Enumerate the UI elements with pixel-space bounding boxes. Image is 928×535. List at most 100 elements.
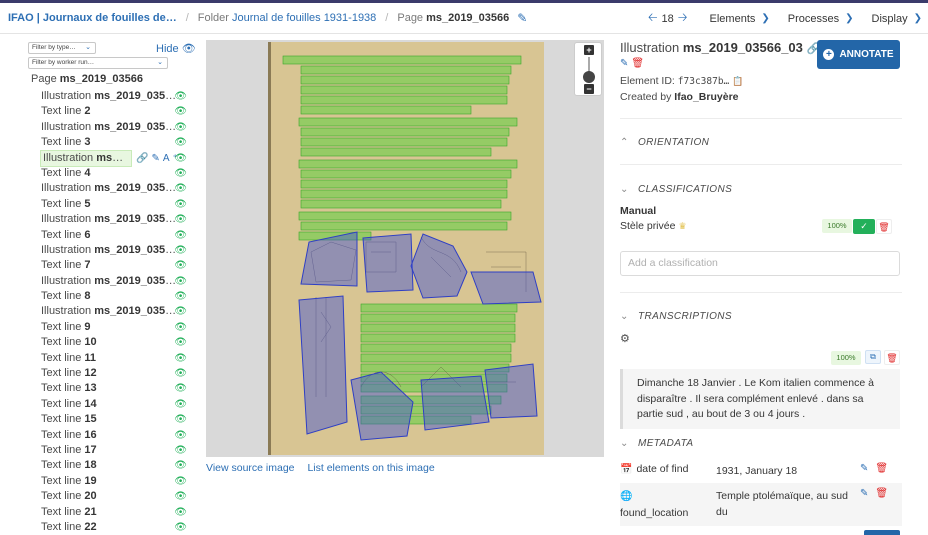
- breadcrumb-folder[interactable]: Journal de fouilles 1931-1938: [232, 12, 376, 24]
- eye-icon[interactable]: 👁: [174, 489, 187, 504]
- eye-icon[interactable]: 👁: [174, 166, 187, 181]
- tree-item[interactable]: Text line 16 👁: [28, 428, 200, 443]
- tree-item[interactable]: Illustration ms_2019_03566…👁: [28, 304, 200, 319]
- manuscript-page-image[interactable]: [268, 42, 544, 455]
- previous-arrow-icon[interactable]: 🡠: [648, 8, 658, 29]
- text-line-zone[interactable]: [300, 105, 472, 115]
- transcriptions-section-header[interactable]: ⌄ TRANSCRIPTIONS: [620, 311, 732, 322]
- illustration-zone[interactable]: [362, 233, 414, 293]
- tree-item[interactable]: Text line 2 👁: [28, 104, 200, 119]
- tree-item[interactable]: Text line 12 👁: [28, 366, 200, 381]
- list-elements-link[interactable]: List elements on this image: [307, 462, 434, 474]
- text-line-zone[interactable]: [360, 303, 518, 313]
- link-icon[interactable]: 🔗: [136, 153, 151, 164]
- tree-item[interactable]: Text line 6 👁: [28, 228, 200, 243]
- tree-item[interactable]: Text line 18 👁: [28, 458, 200, 473]
- eye-icon[interactable]: 👁: [174, 412, 187, 427]
- illustration-zone[interactable]: [470, 271, 542, 305]
- text-line-zone[interactable]: [282, 55, 522, 65]
- copy-icon[interactable]: ⧉: [865, 350, 881, 364]
- text-line-zone[interactable]: [300, 179, 508, 189]
- tree-item[interactable]: Text line 5 👁: [28, 197, 200, 212]
- view-source-image-link[interactable]: View source image: [206, 462, 295, 474]
- eye-icon[interactable]: 👁: [174, 228, 187, 243]
- tree-item[interactable]: Illustration ms_2019_03566…👁: [28, 212, 200, 227]
- image-viewer[interactable]: + −: [206, 40, 604, 457]
- text-line-zone[interactable]: [298, 211, 512, 221]
- tree-item[interactable]: Text line 22 👁: [28, 520, 200, 535]
- text-line-zone[interactable]: [360, 333, 516, 343]
- eye-icon[interactable]: 👁: [174, 243, 187, 258]
- zoom-out-icon[interactable]: −: [584, 84, 594, 94]
- tree-item[interactable]: Text line 8 👁: [28, 289, 200, 304]
- annotate-button[interactable]: + ANNOTATE: [817, 40, 900, 69]
- eye-icon[interactable]: 👁: [174, 274, 187, 289]
- eye-icon[interactable]: 👁: [174, 212, 187, 227]
- eye-icon[interactable]: 👁: [174, 428, 187, 443]
- trash-icon[interactable]: 🗑: [875, 488, 888, 499]
- tree-item[interactable]: Illustration ms_2019_03566…👁: [28, 274, 200, 289]
- delete-classification-button[interactable]: 🗑: [876, 219, 892, 234]
- tree-item[interactable]: Text line 11 👁: [28, 351, 200, 366]
- orientation-section-header[interactable]: ⌃ ORIENTATION: [620, 137, 709, 148]
- tree-item[interactable]: Text line 19 👁: [28, 474, 200, 489]
- text-line-zone[interactable]: [300, 221, 508, 231]
- tree-item[interactable]: Text line 14 👁: [28, 397, 200, 412]
- trash-icon[interactable]: 🗑: [631, 58, 644, 69]
- eye-icon[interactable]: 👁: [174, 351, 187, 366]
- tree-item[interactable]: Text line 20 👁: [28, 489, 200, 504]
- tree-item[interactable]: Text line 13 👁: [28, 381, 200, 396]
- breadcrumb-project[interactable]: IFAO | Journaux de fouilles de…: [8, 12, 177, 24]
- filter-type-select[interactable]: Filter by type… ⌄: [28, 42, 96, 54]
- add-classification-input[interactable]: Add a classification: [620, 251, 900, 276]
- tree-item[interactable]: Illustration ms_2019_03566…👁: [28, 181, 200, 196]
- filter-worker-select[interactable]: Filter by worker run… ⌄: [28, 57, 168, 69]
- text-line-zone[interactable]: [300, 75, 510, 85]
- tree-item[interactable]: Illustration ms_20…🔗✎A⁺👁: [28, 149, 200, 167]
- tree-item[interactable]: Illustration ms_2019_03566…👁: [28, 120, 200, 135]
- classifications-section-header[interactable]: ⌄ CLASSIFICATIONS: [620, 184, 732, 195]
- text-line-zone[interactable]: [300, 169, 512, 179]
- tree-item[interactable]: Text line 10 👁: [28, 335, 200, 350]
- text-line-zone[interactable]: [300, 65, 512, 75]
- trash-icon[interactable]: 🗑: [875, 463, 888, 474]
- next-arrow-icon[interactable]: 🡢: [678, 8, 688, 29]
- eye-icon[interactable]: 👁: [174, 458, 187, 473]
- eye-icon[interactable]: 👁: [174, 381, 187, 396]
- eye-icon[interactable]: 👁: [174, 120, 187, 135]
- eye-icon[interactable]: 👁: [174, 151, 187, 166]
- eye-icon[interactable]: 👁: [174, 104, 187, 119]
- text-line-zone[interactable]: [360, 343, 512, 353]
- tree-item[interactable]: Text line 7 👁: [28, 258, 200, 273]
- illustration-zone[interactable]: [298, 295, 348, 435]
- zoom-in-icon[interactable]: +: [584, 45, 594, 55]
- tree-item[interactable]: Illustration ms_2019_03566…👁: [28, 89, 200, 104]
- illustration-zone[interactable]: [484, 363, 538, 419]
- edit-pencil-icon[interactable]: ✎: [517, 11, 527, 25]
- text-line-zone[interactable]: [300, 85, 508, 95]
- eye-icon[interactable]: 👁: [174, 197, 187, 212]
- eye-icon[interactable]: 👁: [174, 397, 187, 412]
- text-line-zone[interactable]: [300, 95, 508, 105]
- edit-pencil-icon[interactable]: ✎: [860, 463, 868, 474]
- eye-icon[interactable]: 👁: [174, 505, 187, 520]
- edit-pencil-icon[interactable]: ✎: [151, 153, 162, 164]
- display-menu[interactable]: Display ❯: [872, 13, 922, 25]
- elements-menu[interactable]: Elements ❯: [710, 13, 770, 25]
- eye-icon[interactable]: 👁: [174, 320, 187, 335]
- illustration-zone[interactable]: [410, 233, 468, 299]
- tree-page-root[interactable]: Page ms_2019_03566: [28, 72, 200, 88]
- tree-item[interactable]: Illustration ms_2019_03566…👁: [28, 243, 200, 258]
- tree-item[interactable]: Text line 15 👁: [28, 412, 200, 427]
- text-line-zone[interactable]: [300, 189, 508, 199]
- eye-icon[interactable]: 👁: [174, 181, 187, 196]
- eye-icon[interactable]: 👁: [174, 366, 187, 381]
- edit-pencil-icon[interactable]: ✎: [620, 58, 628, 69]
- delete-transcription-button[interactable]: 🗑: [884, 350, 900, 365]
- eye-icon[interactable]: 👁: [174, 258, 187, 273]
- processes-menu[interactable]: Processes ❯: [788, 13, 854, 25]
- edit-pencil-icon[interactable]: ✎: [860, 488, 868, 499]
- validate-check-button[interactable]: ✓: [853, 219, 875, 234]
- text-line-zone[interactable]: [298, 159, 518, 169]
- text-line-zone[interactable]: [300, 127, 510, 137]
